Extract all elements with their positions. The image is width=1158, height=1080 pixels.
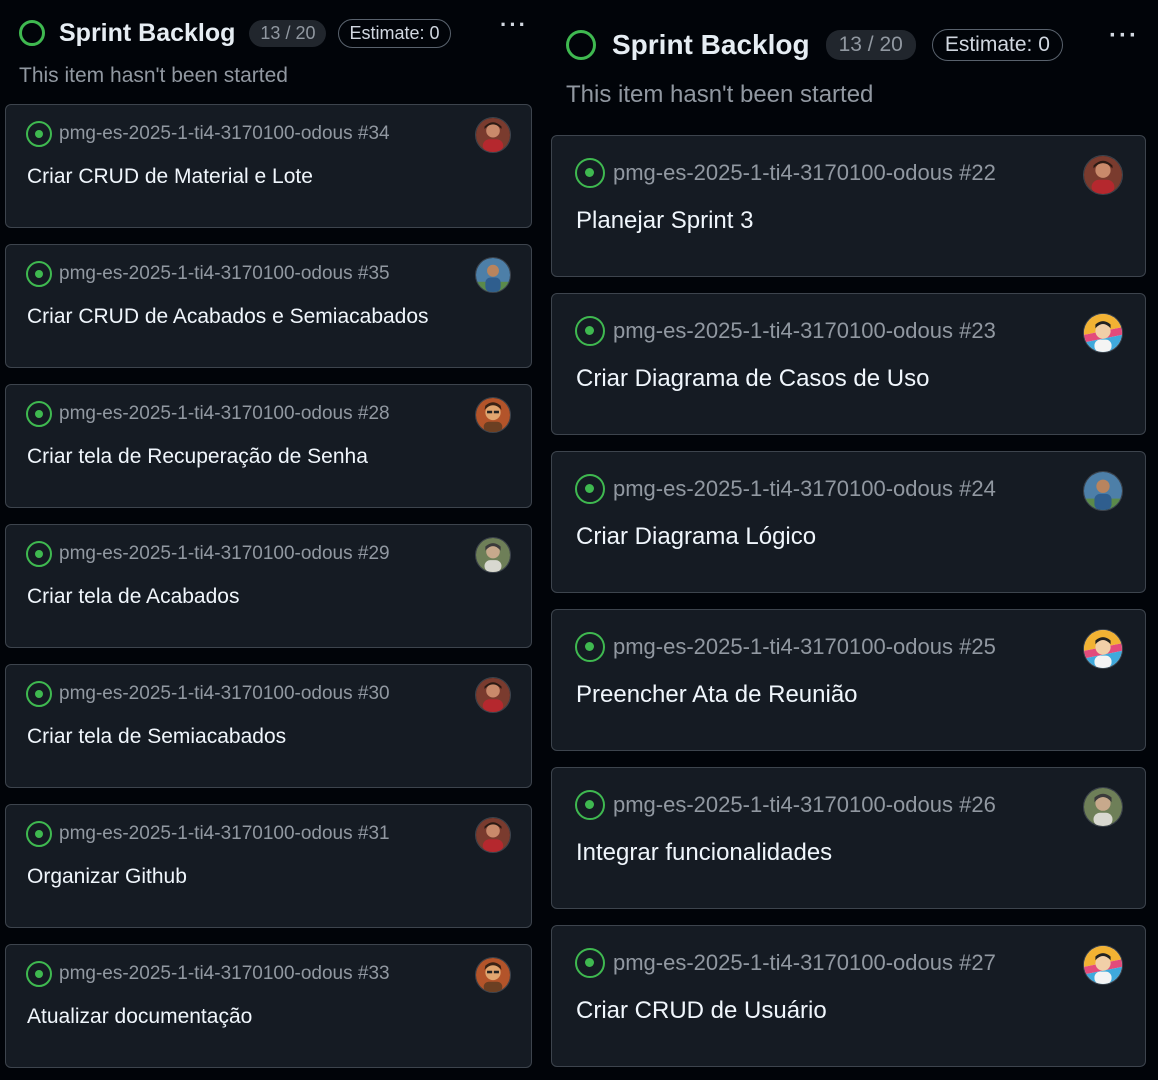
issue-card[interactable]: pmg-es-2025-1-ti4-3170100-odous #22 Plane… xyxy=(551,135,1146,277)
issue-card[interactable]: pmg-es-2025-1-ti4-3170100-odous #30 Criar… xyxy=(5,664,532,788)
issue-title[interactable]: Integrar funcionalidades xyxy=(576,839,832,867)
issue-repo-row: pmg-es-2025-1-ti4-3170100-odous #30 xyxy=(26,681,390,707)
issue-title[interactable]: Criar CRUD de Usuário xyxy=(576,997,827,1025)
column-title: Sprint Backlog xyxy=(59,18,236,47)
item-count-badge: 13 / 20 xyxy=(825,30,916,60)
more-options-icon[interactable]: ··· xyxy=(500,12,528,38)
assignee-avatar[interactable] xyxy=(475,957,511,993)
issue-title[interactable]: Organizar Github xyxy=(27,865,187,889)
assignee-avatar[interactable] xyxy=(1083,629,1123,669)
more-options-icon[interactable]: ··· xyxy=(1109,22,1139,50)
status-circle-icon xyxy=(19,20,45,46)
issue-card[interactable]: pmg-es-2025-1-ti4-3170100-odous #33 Atual… xyxy=(5,944,532,1068)
issue-open-icon xyxy=(26,681,52,707)
issue-repo-reference[interactable]: pmg-es-2025-1-ti4-3170100-odous #26 xyxy=(613,792,996,818)
issue-card[interactable]: pmg-es-2025-1-ti4-3170100-odous #35 Criar… xyxy=(5,244,532,368)
issue-repo-reference[interactable]: pmg-es-2025-1-ti4-3170100-odous #28 xyxy=(59,403,390,425)
assignee-avatar[interactable] xyxy=(1083,313,1123,353)
issue-title[interactable]: Criar tela de Semiacabados xyxy=(27,725,286,749)
issue-repo-row: pmg-es-2025-1-ti4-3170100-odous #31 xyxy=(26,821,390,847)
assignee-avatar[interactable] xyxy=(475,117,511,153)
issue-open-icon xyxy=(575,632,605,662)
issue-repo-row: pmg-es-2025-1-ti4-3170100-odous #29 xyxy=(26,541,390,567)
issue-repo-reference[interactable]: pmg-es-2025-1-ti4-3170100-odous #33 xyxy=(59,963,390,985)
issue-repo-row: pmg-es-2025-1-ti4-3170100-odous #26 xyxy=(575,790,996,820)
issue-open-icon xyxy=(575,316,605,346)
issue-card[interactable]: pmg-es-2025-1-ti4-3170100-odous #34 Criar… xyxy=(5,104,532,228)
assignee-avatar[interactable] xyxy=(475,257,511,293)
issue-title[interactable]: Criar tela de Acabados xyxy=(27,585,239,609)
issue-repo-row: pmg-es-2025-1-ti4-3170100-odous #23 xyxy=(575,316,996,346)
assignee-avatar[interactable] xyxy=(475,677,511,713)
issue-card[interactable]: pmg-es-2025-1-ti4-3170100-odous #29 Criar… xyxy=(5,524,532,648)
issue-title[interactable]: Criar CRUD de Material e Lote xyxy=(27,165,313,189)
issue-repo-row: pmg-es-2025-1-ti4-3170100-odous #24 xyxy=(575,474,996,504)
issue-open-icon xyxy=(26,261,52,287)
issue-repo-row: pmg-es-2025-1-ti4-3170100-odous #28 xyxy=(26,401,390,427)
issue-open-icon xyxy=(26,541,52,567)
issue-title[interactable]: Atualizar documentação xyxy=(27,1005,252,1029)
issue-card[interactable]: pmg-es-2025-1-ti4-3170100-odous #24 Criar… xyxy=(551,451,1146,593)
issue-repo-reference[interactable]: pmg-es-2025-1-ti4-3170100-odous #22 xyxy=(613,160,996,186)
issue-repo-reference[interactable]: pmg-es-2025-1-ti4-3170100-odous #29 xyxy=(59,543,390,565)
issue-title[interactable]: Criar CRUD de Acabados e Semiacabados xyxy=(27,305,429,329)
issue-open-icon xyxy=(26,961,52,987)
issue-card[interactable]: pmg-es-2025-1-ti4-3170100-odous #27 Criar… xyxy=(551,925,1146,1067)
issue-open-icon xyxy=(575,158,605,188)
estimate-badge: Estimate: 0 xyxy=(338,18,451,48)
assignee-avatar[interactable] xyxy=(475,537,511,573)
issue-card[interactable]: pmg-es-2025-1-ti4-3170100-odous #28 Criar… xyxy=(5,384,532,508)
issue-open-icon xyxy=(575,790,605,820)
column-subtitle: This item hasn't been started xyxy=(566,81,874,108)
issue-repo-reference[interactable]: pmg-es-2025-1-ti4-3170100-odous #23 xyxy=(613,318,996,344)
issue-card[interactable]: pmg-es-2025-1-ti4-3170100-odous #31 Organ… xyxy=(5,804,532,928)
assignee-avatar[interactable] xyxy=(1083,945,1123,985)
column-subtitle: This item hasn't been started xyxy=(19,64,288,87)
issue-card[interactable]: pmg-es-2025-1-ti4-3170100-odous #26 Integ… xyxy=(551,767,1146,909)
issue-repo-row: pmg-es-2025-1-ti4-3170100-odous #34 xyxy=(26,121,390,147)
estimate-badge: Estimate: 0 xyxy=(931,29,1063,61)
issue-open-icon xyxy=(26,821,52,847)
status-circle-icon xyxy=(566,30,596,60)
issue-repo-row: pmg-es-2025-1-ti4-3170100-odous #27 xyxy=(575,948,996,978)
issue-card[interactable]: pmg-es-2025-1-ti4-3170100-odous #23 Criar… xyxy=(551,293,1146,435)
issue-repo-reference[interactable]: pmg-es-2025-1-ti4-3170100-odous #25 xyxy=(613,634,996,660)
board-column-left: Sprint Backlog 13 / 20 Estimate: 0 ··· T… xyxy=(0,0,540,1080)
item-count-badge: 13 / 20 xyxy=(249,19,327,47)
assignee-avatar[interactable] xyxy=(1083,787,1123,827)
issue-repo-row: pmg-es-2025-1-ti4-3170100-odous #25 xyxy=(575,632,996,662)
assignee-avatar[interactable] xyxy=(1083,471,1123,511)
issue-title[interactable]: Criar tela de Recuperação de Senha xyxy=(27,445,368,469)
issue-card[interactable]: pmg-es-2025-1-ti4-3170100-odous #25 Preen… xyxy=(551,609,1146,751)
issue-title[interactable]: Planejar Sprint 3 xyxy=(576,207,753,235)
issue-repo-reference[interactable]: pmg-es-2025-1-ti4-3170100-odous #35 xyxy=(59,263,390,285)
assignee-avatar[interactable] xyxy=(475,817,511,853)
issue-repo-row: pmg-es-2025-1-ti4-3170100-odous #35 xyxy=(26,261,390,287)
issue-title[interactable]: Preencher Ata de Reunião xyxy=(576,681,858,709)
issue-open-icon xyxy=(575,474,605,504)
issue-open-icon xyxy=(26,401,52,427)
column-title: Sprint Backlog xyxy=(612,29,810,60)
issue-repo-reference[interactable]: pmg-es-2025-1-ti4-3170100-odous #34 xyxy=(59,123,390,145)
issue-open-icon xyxy=(575,948,605,978)
issue-title[interactable]: Criar Diagrama Lógico xyxy=(576,523,816,551)
issue-repo-reference[interactable]: pmg-es-2025-1-ti4-3170100-odous #31 xyxy=(59,823,390,845)
issue-repo-row: pmg-es-2025-1-ti4-3170100-odous #33 xyxy=(26,961,390,987)
assignee-avatar[interactable] xyxy=(1083,155,1123,195)
assignee-avatar[interactable] xyxy=(475,397,511,433)
issue-repo-reference[interactable]: pmg-es-2025-1-ti4-3170100-odous #27 xyxy=(613,950,996,976)
issue-open-icon xyxy=(26,121,52,147)
board-column-right: Sprint Backlog 13 / 20 Estimate: 0 ··· T… xyxy=(544,0,1158,1080)
issue-repo-reference[interactable]: pmg-es-2025-1-ti4-3170100-odous #24 xyxy=(613,476,996,502)
issue-title[interactable]: Criar Diagrama de Casos de Uso xyxy=(576,365,929,393)
issue-repo-reference[interactable]: pmg-es-2025-1-ti4-3170100-odous #30 xyxy=(59,683,390,705)
issue-repo-row: pmg-es-2025-1-ti4-3170100-odous #22 xyxy=(575,158,996,188)
